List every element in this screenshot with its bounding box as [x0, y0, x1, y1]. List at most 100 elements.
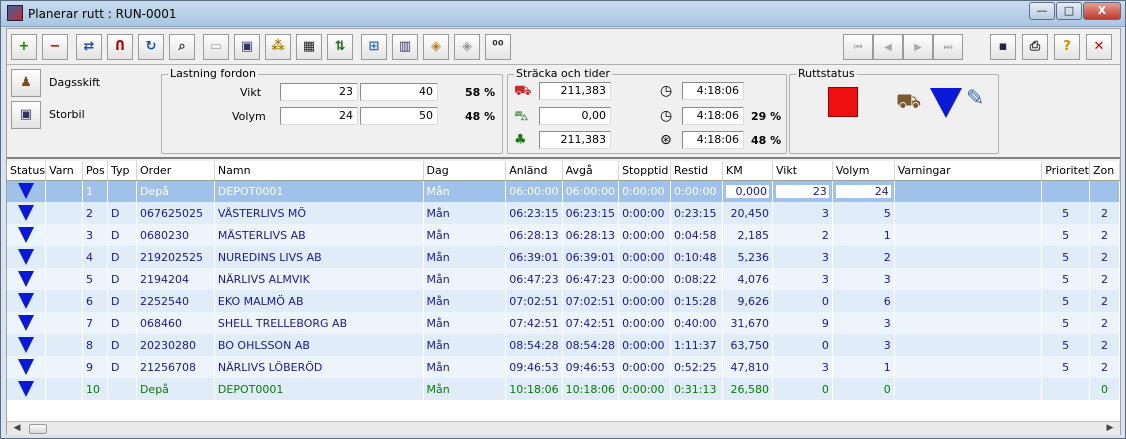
minimize-button[interactable]: —	[1029, 2, 1055, 20]
distance-loaded-field[interactable]: 0,00	[539, 107, 611, 125]
notepad-icon[interactable]: ✎	[966, 88, 984, 110]
table-row[interactable]: 3 D 0680230 MÄSTERLIVS AB Mån 06:28:13 06:28:1…	[7, 224, 1120, 246]
column-header[interactable]: Varningar	[894, 161, 1043, 181]
km-cell: 5,236	[722, 246, 773, 268]
km-cell: 4,076	[722, 268, 773, 290]
box-button[interactable]: ◈	[423, 34, 449, 60]
scroll-left-icon[interactable]: ◀	[9, 422, 25, 435]
restid-cell: 0:40:00	[670, 312, 724, 334]
table-row[interactable]: 7 D 068460 SHELL TRELLEBORG AB Mån 07:42:51 07…	[7, 312, 1120, 334]
column-header[interactable]: Pos	[82, 161, 108, 181]
maximize-button[interactable]: □	[1056, 2, 1082, 20]
column-header[interactable]: Avgå	[562, 161, 620, 181]
table-row[interactable]: 2 D 067625025 VÄSTERLIVS MÖ Mån 06:23:15 06:23…	[7, 202, 1120, 224]
status-red-indicator	[828, 87, 858, 117]
zoom-button[interactable]: ⌕	[169, 34, 195, 60]
save-button[interactable]: ▪	[990, 34, 1016, 60]
table-row[interactable]: 6 D 2252540 EKO MALMÖ AB Mån 07:02:51 07:02:51…	[7, 290, 1120, 312]
anland-cell: 09:46:53	[505, 356, 563, 378]
distance-empty-field[interactable]: 211,383	[539, 131, 611, 149]
add-icon: +	[18, 39, 30, 54]
help-button[interactable]: ?	[1054, 34, 1080, 60]
last-record-button[interactable]: ⏭	[933, 34, 963, 60]
refresh-button[interactable]: ↻	[138, 34, 164, 60]
insert-stop-button[interactable]: ⇄	[76, 34, 102, 60]
zon-cell: 2	[1089, 202, 1120, 224]
table-row[interactable]: 5 D 2194204 NÄRLIVS ALMVIK Mån 06:47:23 06:47:…	[7, 268, 1120, 290]
route-status-triangle-icon	[930, 88, 962, 118]
namn-cell: DEPOT0001	[214, 378, 424, 400]
add-button[interactable]: +	[11, 34, 37, 60]
table-row[interactable]: 10 Depå DEPOT0001 Mån 10:18:06 10:18:06 0:00:0…	[7, 378, 1120, 400]
weight-max-field[interactable]: 40	[360, 83, 438, 101]
column-header[interactable]: Vikt	[772, 161, 833, 181]
table-row[interactable]: 9 D 21256708 NÄRLIVS LÖBERÖD Mån 09:46:53 09:4…	[7, 356, 1120, 378]
volume-label: Volym	[232, 110, 266, 123]
column-header[interactable]: Typ	[107, 161, 137, 181]
table-row[interactable]: 4 D 219202525 NUREDINS LIVS AB Mån 06:39:01 06…	[7, 246, 1120, 268]
column-header[interactable]: Status	[7, 161, 47, 181]
film-button[interactable]: ▥	[392, 34, 418, 60]
calculator-button[interactable]: ▦	[296, 34, 322, 60]
column-header[interactable]: Namn	[214, 161, 424, 181]
truck-front-button[interactable]: ▣	[234, 34, 260, 60]
scroll-right-icon[interactable]: ▶	[1102, 422, 1118, 435]
map-button[interactable]: ⊞	[361, 34, 387, 60]
column-header[interactable]: Prioritet	[1041, 161, 1090, 181]
table-row[interactable]: 8 D 20230280 BO OHLSSON AB Mån 08:54:28 08:54:…	[7, 334, 1120, 356]
blank-doc-button[interactable]: ▭	[203, 34, 229, 60]
column-header[interactable]: Restid	[670, 161, 724, 181]
vikt-value: 23	[776, 184, 829, 198]
weight-field[interactable]: 23	[280, 83, 358, 101]
typ-cell: D	[107, 246, 137, 268]
table-row[interactable]: 1 Depå DEPOT0001 Mån 06:00:00 06:00:00 0:00:00…	[7, 180, 1120, 202]
vehicle-label: Storbil	[49, 108, 85, 121]
namn-cell: BO OHLSSON AB	[214, 334, 424, 356]
volume-max-field[interactable]: 50	[360, 107, 438, 125]
ants-button[interactable]: ⁂	[265, 34, 291, 60]
box-grey-button[interactable]: ◈	[454, 34, 480, 60]
column-header[interactable]: Varn	[45, 161, 84, 181]
window-close-button[interactable]: X	[1083, 2, 1121, 20]
weight-label: Vikt	[240, 86, 262, 99]
shift-button[interactable]: ♟	[11, 69, 41, 97]
close-button[interactable]: ✕	[1086, 34, 1112, 60]
distance-group: Sträcka och tider ⛟ 211,383 ⛍ 0,00 ♣ 211…	[507, 67, 787, 154]
column-header[interactable]: Order	[136, 161, 215, 181]
column-header[interactable]: Dag	[423, 161, 507, 181]
magnet-icon: Ո	[115, 39, 125, 54]
time-work-field[interactable]: 4:18:06	[682, 131, 744, 149]
km-cell: 31,670	[722, 312, 773, 334]
column-header[interactable]: KM	[722, 161, 773, 181]
anland-cell: 06:28:13	[505, 224, 563, 246]
column-header[interactable]: Volym	[832, 161, 895, 181]
time-drive-field[interactable]: 4:18:06	[682, 107, 744, 125]
stopp-cell: 0:00:00	[618, 246, 672, 268]
first-record-button[interactable]: ⏮	[843, 34, 873, 60]
remove-button[interactable]: −	[42, 34, 68, 60]
print-button[interactable]: ⎙	[1022, 34, 1048, 60]
title-bar[interactable]: Planerar rutt : RUN-0001 — □ X	[1, 1, 1125, 27]
stopp-cell: 0:00:00	[618, 378, 672, 400]
time-total-field[interactable]: 4:18:06	[682, 82, 744, 100]
column-header[interactable]: Stopptid	[618, 161, 672, 181]
sort-button[interactable]: ⇅	[327, 34, 353, 60]
next-record-button[interactable]: ▶	[903, 34, 933, 60]
status-cell	[7, 224, 47, 246]
column-header[interactable]: Zon	[1089, 161, 1120, 181]
insert-stop-icon: ⇄	[83, 39, 95, 54]
varn-cell	[45, 268, 84, 290]
volume-field[interactable]: 24	[280, 107, 358, 125]
horizontal-scrollbar[interactable]: ◀ ▶	[7, 421, 1120, 435]
pos-cell: 2	[82, 202, 108, 224]
column-header[interactable]: Anländ	[505, 161, 563, 181]
magnet-button[interactable]: Ո	[107, 34, 133, 60]
distance-total-field[interactable]: 211,383	[539, 82, 611, 100]
prev-record-button[interactable]: ◀	[873, 34, 903, 60]
numbering-button[interactable]: ⁰⁰	[485, 34, 511, 60]
anland-cell: 07:02:51	[505, 290, 563, 312]
scroll-thumb[interactable]	[29, 424, 47, 434]
anland-cell: 10:18:06	[505, 378, 563, 400]
vehicle-button[interactable]: ▣	[11, 101, 41, 129]
vikt-cell: 0	[772, 378, 833, 400]
